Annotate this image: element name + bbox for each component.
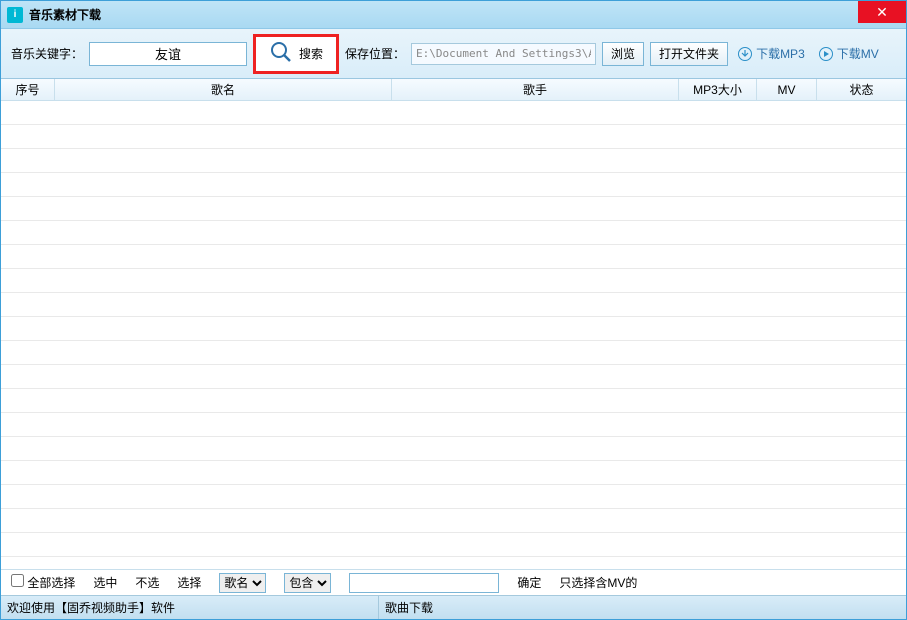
savepath-field[interactable]: [411, 43, 596, 65]
table-row: [1, 509, 906, 533]
select-all-input[interactable]: [11, 574, 24, 587]
col-size[interactable]: MP3大小: [679, 79, 757, 100]
titlebar: i 音乐素材下载 ✕: [1, 1, 906, 29]
table-row: [1, 293, 906, 317]
table-row: [1, 413, 906, 437]
col-no[interactable]: 序号: [1, 79, 55, 100]
browse-button[interactable]: 浏览: [602, 42, 644, 66]
search-icon: [269, 40, 293, 67]
select-all-label: 全部选择: [27, 576, 75, 590]
table-row: [1, 101, 906, 125]
keyword-label: 音乐关键字：: [11, 45, 83, 62]
table-row: [1, 341, 906, 365]
app-icon: i: [7, 7, 23, 23]
table-row: [1, 149, 906, 173]
col-state[interactable]: 状态: [817, 79, 906, 100]
savepath-label: 保存位置：: [345, 45, 405, 62]
table-row: [1, 197, 906, 221]
close-button[interactable]: ✕: [858, 1, 906, 23]
search-label: 搜索: [299, 45, 323, 62]
table-header: 序号 歌名 歌手 MP3大小 MV 状态: [1, 79, 906, 101]
table-row: [1, 245, 906, 269]
select-link[interactable]: 选中: [93, 574, 117, 591]
table-row: [1, 533, 906, 557]
select-all-checkbox[interactable]: 全部选择: [11, 574, 75, 591]
col-name[interactable]: 歌名: [55, 79, 392, 100]
window-title: 音乐素材下载: [29, 6, 101, 23]
play-icon: [819, 47, 833, 61]
table-row: [1, 389, 906, 413]
table-row: [1, 317, 906, 341]
filter-op-select[interactable]: 包含: [284, 573, 331, 593]
col-artist[interactable]: 歌手: [392, 79, 679, 100]
table-body[interactable]: [1, 101, 906, 569]
table-row: [1, 173, 906, 197]
filter-bar: 全部选择 选中 不选 选择 歌名 包含 确定 只选择含MV的: [1, 569, 906, 595]
table-row: [1, 221, 906, 245]
keyword-input[interactable]: [89, 42, 247, 66]
open-folder-button[interactable]: 打开文件夹: [650, 42, 728, 66]
status-bar: 欢迎使用【固乔视频助手】软件 歌曲下载: [1, 595, 906, 619]
table-row: [1, 269, 906, 293]
table-row: [1, 485, 906, 509]
table-row: [1, 461, 906, 485]
toolbar: 音乐关键字： 搜索 保存位置： 浏览 打开文件夹 下载MP3 下载MV: [1, 29, 906, 79]
deselect-link[interactable]: 不选: [135, 574, 159, 591]
download-icon: [738, 47, 752, 61]
table-row: [1, 125, 906, 149]
status-right: 歌曲下载: [379, 599, 433, 616]
table-row: [1, 437, 906, 461]
status-left: 欢迎使用【固乔视频助手】软件: [1, 596, 379, 619]
choose-label: 选择: [177, 574, 201, 591]
filter-value-input[interactable]: [349, 573, 499, 593]
search-button[interactable]: 搜索: [253, 34, 339, 74]
close-icon: ✕: [876, 4, 888, 21]
download-mp3-button[interactable]: 下载MP3: [734, 45, 809, 62]
col-mv[interactable]: MV: [757, 79, 817, 100]
filter-field-select[interactable]: 歌名: [219, 573, 266, 593]
only-mv-label: 只选择含MV的: [559, 574, 637, 591]
download-mp3-label: 下载MP3: [756, 45, 805, 62]
table-row: [1, 365, 906, 389]
download-mv-button[interactable]: 下载MV: [815, 45, 883, 62]
download-mv-label: 下载MV: [837, 45, 879, 62]
confirm-link[interactable]: 确定: [517, 574, 541, 591]
